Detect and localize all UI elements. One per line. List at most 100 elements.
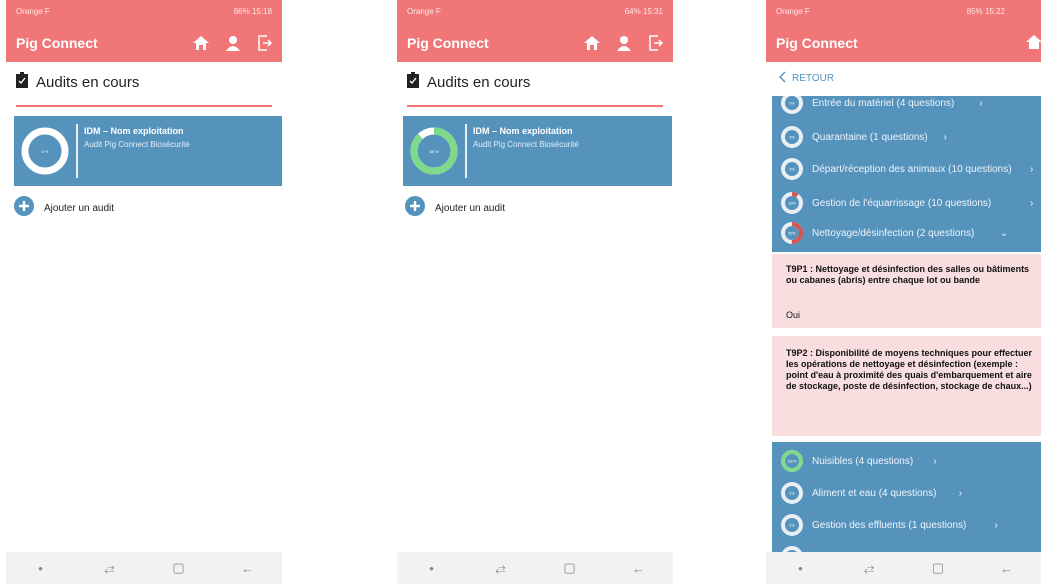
- topic-pct-label: 0%: [789, 492, 795, 496]
- chevron-down-icon: ⌄: [999, 227, 1008, 239]
- topic-row[interactable]: 0% Quarantaine (1 questions) ›: [772, 122, 1041, 152]
- topic-progress-ring: 0%: [781, 126, 803, 148]
- progress-label: 0 %: [42, 149, 49, 154]
- topic-progress-ring: 0%: [781, 158, 803, 180]
- app-bar: Pig Connect: [766, 22, 1041, 62]
- audit-card[interactable]: 88 % IDM – Nom exploitation Audit Pig Co…: [403, 116, 672, 186]
- topic-pct-label: 0%: [789, 168, 795, 172]
- recents-icon[interactable]: ⥄: [489, 560, 513, 576]
- home-icon[interactable]: [190, 32, 212, 54]
- recents-icon[interactable]: ⥄: [98, 560, 122, 576]
- add-audit-button[interactable]: Ajouter un audit: [405, 196, 505, 221]
- carrier-label: Orange F: [776, 7, 810, 16]
- topic-row[interactable]: 0% Entrée du matériel (4 questions) ›: [772, 96, 1041, 118]
- topic-label: Aliment et eau (4 questions): [812, 487, 937, 499]
- dot-icon[interactable]: •: [420, 561, 444, 576]
- section-title: Audits en cours: [36, 74, 140, 91]
- chevron-right-icon: ›: [943, 131, 947, 143]
- app-title: Pig Connect: [776, 35, 858, 51]
- home-icon[interactable]: [581, 32, 603, 54]
- topic-progress-ring: 50%: [781, 222, 803, 244]
- progress-label: 88 %: [429, 149, 439, 154]
- question-card[interactable]: T9P1 : Nettoyage et désinfection des sal…: [772, 254, 1041, 328]
- topic-pct-label: 100%: [787, 460, 797, 464]
- audit-title: IDM – Nom exploitation: [84, 126, 184, 136]
- divider: [16, 105, 272, 107]
- topic-label: Gestion de l'équarrissage (10 questions): [812, 197, 992, 209]
- plus-circle-icon: [405, 196, 425, 221]
- topic-pct-label: 10%: [788, 202, 796, 206]
- topic-progress-ring: 0%: [781, 482, 803, 504]
- chevron-right-icon: ›: [979, 97, 983, 109]
- topic-row[interactable]: 0% Gestion des effluents (1 questions) ›: [772, 510, 1041, 540]
- section-header: Audits en cours: [407, 72, 530, 93]
- back-button[interactable]: RETOUR: [766, 62, 1041, 94]
- card-divider: [465, 124, 467, 178]
- topic-pct-label: 0%: [789, 524, 795, 528]
- carrier-label: Orange F: [16, 7, 50, 16]
- question-answer: Oui: [786, 310, 801, 320]
- progress-ring: 88 %: [410, 127, 458, 175]
- audit-subtitle: Audit Pig Connect Biosécurité: [473, 140, 579, 149]
- topic-pct-label: 50%: [788, 232, 796, 236]
- chevron-right-icon: ›: [1030, 197, 1034, 209]
- topic-row[interactable]: 10% Gestion de l'équarrissage (10 questio…: [772, 188, 1041, 218]
- logout-icon[interactable]: [254, 32, 276, 54]
- section-header: Audits en cours: [16, 72, 139, 93]
- home-button-icon[interactable]: ▢: [167, 560, 191, 576]
- audit-subtitle: Audit Pig Connect Biosécurité: [84, 140, 190, 149]
- phone-screen-1: Orange F 86% 15:18 Pig Connect Audits en…: [6, 0, 282, 584]
- topic-progress-ring: 100%: [781, 450, 803, 472]
- audit-card[interactable]: 0 % IDM – Nom exploitation Audit Pig Con…: [14, 116, 282, 186]
- add-audit-button[interactable]: Ajouter un audit: [14, 196, 114, 221]
- status-bar: Orange F 86% 15:18: [6, 0, 282, 22]
- home-button-icon[interactable]: ▢: [558, 560, 582, 576]
- dot-icon[interactable]: •: [788, 561, 812, 576]
- audit-title: IDM – Nom exploitation: [473, 126, 573, 136]
- topic-row[interactable]: 0%Fonctionnalité (6 questions)›: [772, 542, 1041, 552]
- chevron-left-icon: [778, 71, 786, 86]
- topic-row[interactable]: 50% Nettoyage/désinfection (2 questions) ⌄: [772, 218, 1041, 248]
- question-text: T9P2 : Disponibilité de moyens technique…: [786, 348, 1033, 391]
- system-nav-bar: • ⥄ ▢ ←: [397, 552, 673, 584]
- question-text: T9P1 : Nettoyage et désinfection des sal…: [786, 264, 1030, 285]
- chevron-right-icon: ›: [958, 487, 963, 499]
- back-arrow-icon[interactable]: ←: [995, 561, 1019, 576]
- back-arrow-icon[interactable]: ←: [627, 561, 651, 576]
- progress-ring: 0 %: [21, 127, 69, 175]
- topic-label: Quarantaine (1 questions): [812, 131, 928, 143]
- logout-icon[interactable]: [645, 32, 667, 54]
- profile-icon[interactable]: [613, 32, 635, 54]
- add-audit-label: Ajouter un audit: [44, 203, 115, 214]
- app-bar: Pig Connect: [6, 22, 282, 62]
- home-icon[interactable]: [1025, 34, 1041, 55]
- topic-label: Nettoyage/désinfection (2 questions): [812, 227, 975, 239]
- profile-icon[interactable]: [222, 32, 244, 54]
- home-button-icon[interactable]: ▢: [926, 560, 950, 576]
- section-title: Audits en cours: [427, 74, 531, 91]
- battery-clock: 64% 15:31: [624, 7, 663, 16]
- battery-clock: 85% 15:22: [966, 7, 1005, 16]
- back-arrow-icon[interactable]: ←: [236, 561, 260, 576]
- dot-icon[interactable]: •: [29, 561, 53, 576]
- topic-progress-ring: 0%: [781, 514, 803, 536]
- question-card[interactable]: T9P2 : Disponibilité de moyens technique…: [772, 336, 1041, 436]
- topic-row[interactable]: 100% Nuisibles (4 questions) ›: [772, 446, 1041, 476]
- topic-row[interactable]: 0% Aliment et eau (4 questions) ›: [772, 478, 1041, 508]
- topic-list: 0% Entrée du matériel (4 questions) › 0% Qua…: [772, 96, 1041, 552]
- topic-label: Départ/réception des animaux (10 questio…: [812, 163, 1012, 175]
- topic-label: Gestion des effluents (1 questions): [812, 519, 967, 531]
- topic-row[interactable]: 0% Départ/réception des animaux (10 quest…: [772, 154, 1041, 184]
- battery-clock: 86% 15:18: [233, 7, 272, 16]
- chevron-right-icon: ›: [1030, 163, 1034, 175]
- app-title: Pig Connect: [16, 35, 98, 51]
- topic-progress-ring: 0%: [782, 546, 802, 552]
- clipboard-check-icon: [16, 72, 28, 93]
- topic-label: Entrée du matériel (4 questions): [812, 97, 955, 109]
- topic-pct-label: 0%: [789, 102, 795, 106]
- card-divider: [76, 124, 78, 178]
- phone-screen-2: Orange F 64% 15:31 Pig Connect Audits en…: [397, 0, 673, 584]
- carrier-label: Orange F: [407, 7, 441, 16]
- recents-icon[interactable]: ⥄: [857, 560, 881, 576]
- back-label: RETOUR: [792, 72, 835, 84]
